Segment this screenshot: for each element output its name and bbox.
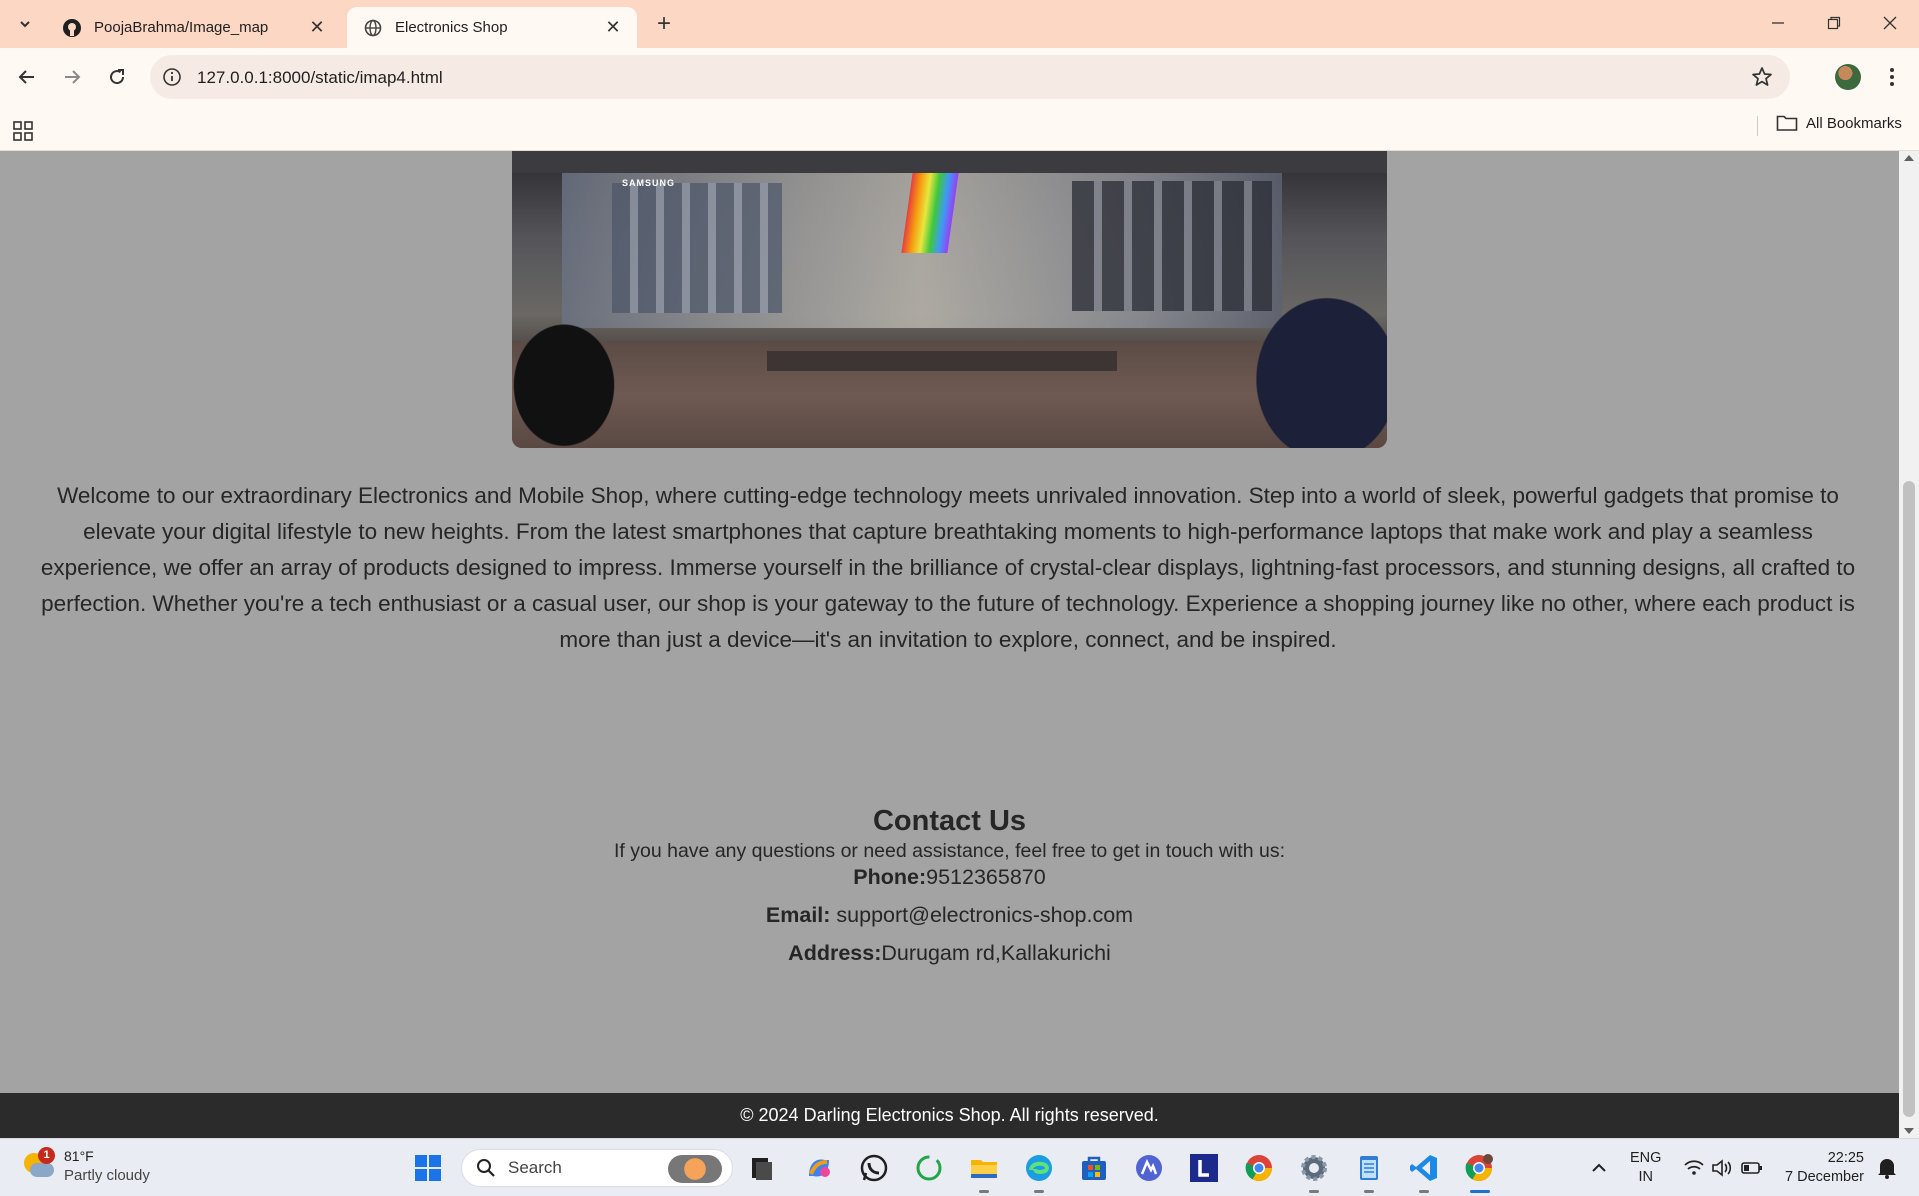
minimize-icon <box>1772 22 1784 24</box>
notification-bell-icon[interactable] <box>1874 1152 1900 1184</box>
forward-button[interactable] <box>55 60 89 94</box>
contact-heading: Contact Us <box>872 805 1027 837</box>
start-icon[interactable] <box>412 1152 444 1184</box>
battery-icon[interactable] <box>1740 1152 1764 1184</box>
site-info-icon[interactable] <box>162 67 182 87</box>
bookmark-star-icon[interactable] <box>1750 65 1774 89</box>
page-footer: © 2024 Darling Electronics Shop. All rig… <box>0 1093 1899 1138</box>
all-bookmarks-button[interactable]: All Bookmarks <box>1776 114 1902 132</box>
address-value: Durugam rd,Kallakurichi <box>881 941 1111 965</box>
arrow-right-icon <box>65 70 81 84</box>
store-image-map[interactable]: SAMSUNG <box>512 151 1387 448</box>
weather-badge: 1 <box>38 1147 55 1164</box>
refresh-app-icon[interactable] <box>913 1152 945 1184</box>
search-highlight-icon <box>668 1155 722 1183</box>
email-value: support@electronics-shop.com <box>830 903 1134 927</box>
globe-icon <box>363 18 383 38</box>
search-label: Search <box>508 1158 562 1177</box>
whatsapp-icon[interactable] <box>858 1152 890 1184</box>
contact-intro: If you have any questions or need assist… <box>614 840 1285 862</box>
github-icon <box>62 18 82 38</box>
address-bar[interactable]: 127.0.0.1:8000/static/imap4.html <box>150 55 1790 99</box>
close-tab-icon[interactable]: ✕ <box>307 17 327 38</box>
task-view-icon[interactable] <box>746 1152 778 1184</box>
lang-line2: IN <box>1638 1169 1653 1185</box>
contact-section: Contact Us If you have any questions or … <box>0 803 1899 966</box>
vpn-icon[interactable] <box>1133 1152 1165 1184</box>
bookmarks-separator <box>1757 116 1758 136</box>
clock-time: 22:25 <box>1827 1150 1864 1166</box>
tab-title: Electronics Shop <box>395 19 508 36</box>
browser-toolbar: 127.0.0.1:8000/static/imap4.html <box>0 48 1919 108</box>
close-tab-icon[interactable]: ✕ <box>603 17 623 38</box>
more-vertical-icon <box>1890 68 1894 86</box>
chrome-icon[interactable] <box>1243 1152 1275 1184</box>
back-button[interactable] <box>10 60 44 94</box>
close-icon <box>1883 16 1897 30</box>
minimize-button[interactable] <box>1750 0 1806 46</box>
reload-icon <box>110 69 125 85</box>
phone-label: Phone: <box>853 865 927 889</box>
tab-github[interactable]: PoojaBrahma/Image_map ✕ <box>46 7 341 48</box>
profile-avatar[interactable] <box>1835 64 1861 90</box>
weather-temperature: 81°F <box>64 1148 94 1164</box>
all-bookmarks-label: All Bookmarks <box>1806 114 1902 132</box>
system-clock[interactable]: 22:25 7 December <box>1780 1149 1864 1187</box>
tab-strip: PoojaBrahma/Image_map ✕ Electronics Shop… <box>0 0 1919 48</box>
partly-cloudy-icon: 1 <box>20 1147 55 1183</box>
bookmarks-bar: All Bookmarks <box>0 108 1919 151</box>
contact-email: Email: support@electronics-shop.com <box>0 902 1899 928</box>
page-scrollbar[interactable] <box>1899 151 1919 1138</box>
input-language[interactable]: ENG IN <box>1630 1149 1661 1187</box>
lang-line1: ENG <box>1630 1150 1662 1166</box>
scrollbar-thumb[interactable] <box>1903 481 1915 1117</box>
page-viewport: SAMSUNG Welcome to our extraordinary Ele… <box>0 151 1899 1138</box>
chevron-up-icon[interactable] <box>1587 1152 1611 1184</box>
scroll-up-arrow-icon[interactable] <box>1904 155 1914 161</box>
close-window-button[interactable] <box>1862 0 1918 46</box>
settings-icon[interactable] <box>1298 1152 1330 1184</box>
reload-button[interactable] <box>100 60 134 94</box>
search-icon <box>477 1159 495 1177</box>
copilot-icon[interactable] <box>803 1152 835 1184</box>
welcome-paragraph: Welcome to our extraordinary Electronics… <box>40 483 1856 652</box>
weather-widget[interactable]: 1 81°F Partly cloudy <box>20 1147 150 1185</box>
clock-date: 7 December <box>1785 1169 1864 1185</box>
folder-icon <box>1776 115 1798 131</box>
windows-taskbar: 1 81°F Partly cloudy Search ENG IN 22:25… <box>0 1138 1919 1196</box>
tab-search-button[interactable] <box>10 10 40 38</box>
weather-condition: Partly cloudy <box>64 1167 150 1184</box>
phone-value: 9512365870 <box>926 865 1046 889</box>
edge-icon[interactable] <box>1023 1152 1055 1184</box>
restore-icon <box>1827 16 1841 30</box>
notepad-icon[interactable] <box>1353 1152 1385 1184</box>
contact-phone: Phone:9512365870 <box>0 864 1899 890</box>
arrow-left-icon <box>18 70 34 84</box>
new-tab-button[interactable]: + <box>650 10 678 38</box>
taskbar-search[interactable]: Search <box>461 1149 733 1187</box>
chrome-profile-icon[interactable] <box>1463 1152 1495 1184</box>
wifi-icon[interactable] <box>1682 1152 1706 1184</box>
volume-icon[interactable] <box>1710 1152 1734 1184</box>
chevron-down-icon <box>20 21 30 28</box>
apps-grid-icon[interactable] <box>13 121 33 141</box>
tab-electronics-shop[interactable]: Electronics Shop ✕ <box>347 7 637 48</box>
tab-title: PoojaBrahma/Image_map <box>94 19 269 36</box>
vscode-icon[interactable] <box>1408 1152 1440 1184</box>
email-label: Email: <box>765 903 831 927</box>
l-app-icon[interactable] <box>1188 1152 1220 1184</box>
address-label: Address: <box>788 941 882 965</box>
store-icon[interactable] <box>1078 1152 1110 1184</box>
browser-menu-button[interactable] <box>1880 62 1904 92</box>
scroll-down-arrow-icon[interactable] <box>1904 1128 1914 1134</box>
file-explorer-icon[interactable] <box>968 1152 1000 1184</box>
store-brand-sign: SAMSUNG <box>622 178 676 188</box>
url-text: 127.0.0.1:8000/static/imap4.html <box>197 68 443 87</box>
restore-button[interactable] <box>1806 0 1862 46</box>
contact-address: Address:Durugam rd,Kallakurichi <box>0 940 1899 966</box>
